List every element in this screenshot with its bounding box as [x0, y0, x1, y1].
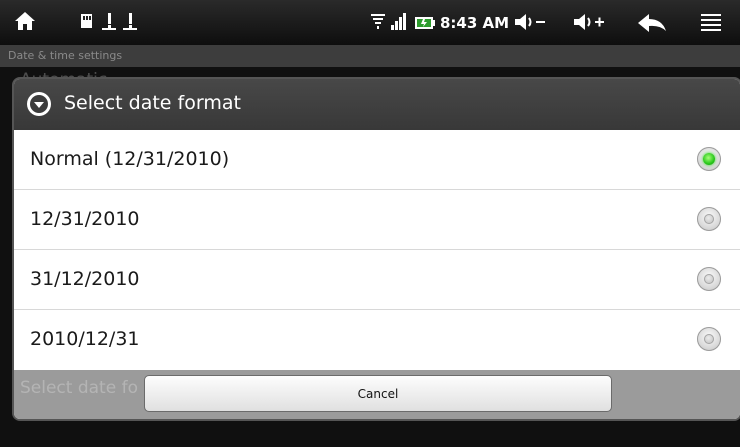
menu-icon[interactable] [700, 12, 722, 35]
select-date-format-dialog: Select date format Normal (12/31/2010) 1… [14, 79, 740, 419]
usb-warning-icon [122, 12, 138, 33]
date-format-option[interactable]: 2010/12/31 [14, 310, 740, 370]
date-format-option[interactable]: Normal (12/31/2010) [14, 130, 740, 190]
cancel-button[interactable]: Cancel [144, 375, 612, 412]
dropdown-circle-icon [27, 92, 51, 116]
sd-card-icon [80, 12, 94, 33]
usb-warning-icon [101, 12, 117, 33]
dialog-title: Select date format [64, 92, 241, 114]
home-icon[interactable] [14, 10, 36, 35]
radio-button-selected[interactable] [697, 147, 721, 171]
wifi-icon [370, 12, 386, 35]
back-icon[interactable] [636, 12, 668, 37]
radio-button[interactable] [697, 207, 721, 231]
signal-icon [390, 12, 408, 35]
option-label: 31/12/2010 [30, 268, 140, 290]
status-time: 8:43 AM [440, 14, 510, 32]
option-label: Normal (12/31/2010) [30, 148, 230, 170]
ghost-select-date-label: Select date fo [20, 378, 138, 398]
date-format-option[interactable]: 12/31/2010 [14, 190, 740, 250]
status-bar: 8:43 AM [0, 0, 740, 45]
battery-charging-icon [414, 14, 436, 34]
date-format-option[interactable]: 31/12/2010 [14, 250, 740, 310]
volume-down-icon[interactable] [513, 12, 547, 35]
radio-button[interactable] [697, 327, 721, 351]
dialog-header: Select date format [14, 79, 740, 130]
radio-button[interactable] [697, 267, 721, 291]
settings-title: Date & time settings [0, 45, 740, 67]
option-label: 2010/12/31 [30, 328, 140, 350]
volume-up-icon[interactable] [572, 12, 606, 35]
dialog-footer: Select date fo Cancel [14, 370, 740, 419]
option-label: 12/31/2010 [30, 208, 140, 230]
